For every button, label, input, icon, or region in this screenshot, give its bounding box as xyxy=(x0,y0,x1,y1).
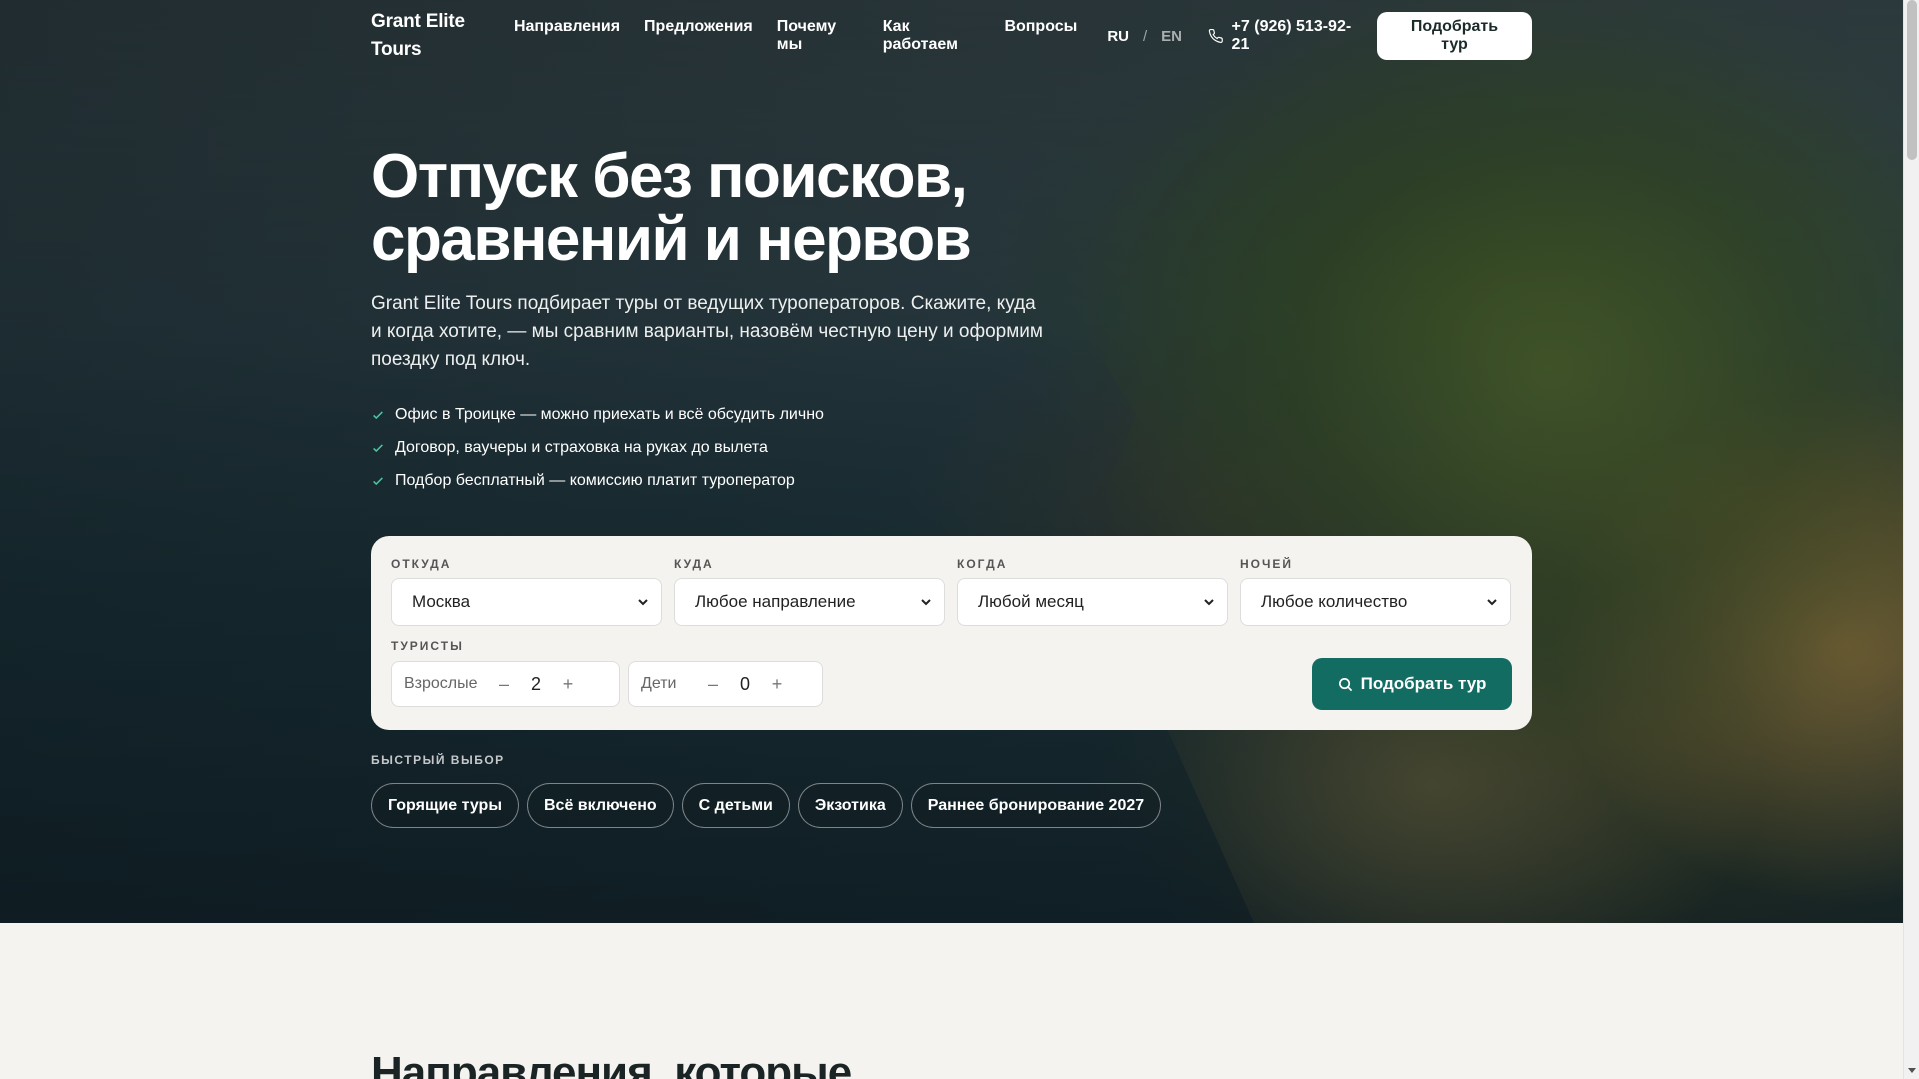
field-label: КУДА xyxy=(674,557,714,571)
adults-value: 2 xyxy=(530,673,541,694)
select-value: Любое направление xyxy=(695,592,856,611)
field-label: НОЧЕЙ xyxy=(1240,557,1294,571)
destination-select[interactable]: Любое направление xyxy=(674,578,945,626)
chevron-down-icon xyxy=(1487,599,1497,606)
adults-label: Взрослые xyxy=(404,675,478,692)
hero-subtitle: Grant Elite Tours подбирает туры от веду… xyxy=(371,293,1043,370)
from-select[interactable]: Москва xyxy=(391,578,662,626)
feature-text: Договор, ваучеры и страховка на руках до… xyxy=(395,438,768,456)
field-label: ОТКУДА xyxy=(391,557,452,571)
tour-search-form: ОТКУДА Москва КУДА Любое направление КОГ… xyxy=(371,536,1532,730)
adults-stepper: Взрослые – 2 + xyxy=(391,661,620,707)
check-icon xyxy=(373,443,383,452)
month-select[interactable]: Любой месяц xyxy=(957,578,1228,626)
chevron-down-icon xyxy=(638,599,648,606)
adults-minus-button[interactable]: – xyxy=(492,674,516,695)
field-nights: НОЧЕЙ Любое количество xyxy=(1240,556,1511,626)
kids-value: 0 xyxy=(739,673,750,694)
phone-icon xyxy=(1208,28,1223,43)
section-title: Направления, которые xyxy=(371,1048,852,1079)
nav-why-us[interactable]: Почему мы xyxy=(777,18,859,54)
feature-text: Офис в Троицке — можно приехать и всё об… xyxy=(395,405,824,423)
field-to: КУДА Любое направление xyxy=(674,556,945,626)
chip-exotic[interactable]: Экзотика xyxy=(797,783,903,828)
adults-plus-button[interactable]: + xyxy=(556,674,580,695)
header-cta-button[interactable]: Подобрать тур xyxy=(1376,12,1533,60)
kids-plus-button[interactable]: + xyxy=(765,674,789,695)
site-header: Grant Elite Tours Направления Предложени… xyxy=(371,11,1533,60)
nav-how-we-work[interactable]: Как работаем xyxy=(883,18,981,54)
lang-en[interactable]: EN xyxy=(1161,28,1182,45)
logo[interactable]: Grant Elite Tours xyxy=(371,8,478,64)
chevron-down-icon xyxy=(921,599,931,606)
quick-select-chips: Горящие туры Всё включено С детьми Экзот… xyxy=(371,783,1162,828)
hero-title: Отпуск без поисков, сравнений и нервов xyxy=(371,142,972,274)
search-submit-label: Подобрать тур xyxy=(1360,674,1487,693)
select-value: Любое количество xyxy=(1261,592,1408,611)
feature-text: Подбор бесплатный — комиссию платит туро… xyxy=(395,471,795,489)
feature-list: Офис в Троицке — можно приехать и всё об… xyxy=(371,398,824,497)
search-fields: ОТКУДА Москва КУДА Любое направление КОГ… xyxy=(391,556,1512,626)
chip-hot-tours[interactable]: Горящие туры xyxy=(371,783,519,828)
chip-early-booking[interactable]: Раннее бронирование 2027 xyxy=(910,783,1162,828)
nav-offers[interactable]: Предложения xyxy=(644,18,753,54)
page-scrollbar[interactable] xyxy=(1903,0,1919,1079)
kids-label: Дети xyxy=(641,675,677,692)
check-icon xyxy=(373,476,383,485)
nights-select[interactable]: Любое количество xyxy=(1240,578,1511,626)
chip-with-kids[interactable]: С детьми xyxy=(681,783,790,828)
select-value: Москва xyxy=(412,592,471,611)
nav-faq[interactable]: Вопросы xyxy=(1004,18,1077,54)
scroll-down-arrow-icon[interactable] xyxy=(1908,1068,1916,1073)
feature-item: Договор, ваучеры и страховка на руках до… xyxy=(371,431,824,464)
feature-item: Подбор бесплатный — комиссию платит туро… xyxy=(371,464,824,497)
search-icon xyxy=(1338,677,1352,691)
chevron-down-icon xyxy=(1204,599,1214,606)
search-submit-button[interactable]: Подобрать тур xyxy=(1312,658,1512,710)
tourists-label: ТУРИСТЫ xyxy=(391,639,464,653)
check-icon xyxy=(373,410,383,419)
scrollbar-thumb[interactable] xyxy=(1907,0,1917,160)
lang-ru[interactable]: RU xyxy=(1107,28,1129,45)
quick-select-label: БЫСТРЫЙ ВЫБОР xyxy=(371,753,505,767)
field-when: КОГДА Любой месяц xyxy=(957,556,1228,626)
chip-all-inclusive[interactable]: Всё включено xyxy=(526,783,674,828)
select-value: Любой месяц xyxy=(978,592,1084,611)
kids-stepper: Дети – 0 + xyxy=(628,661,823,707)
field-from: ОТКУДА Москва xyxy=(391,556,662,626)
phone-link[interactable]: +7 (926) 513-92-21 xyxy=(1208,18,1365,54)
nav-directions[interactable]: Направления xyxy=(514,18,620,54)
feature-item: Офис в Троицке — можно приехать и всё об… xyxy=(371,398,824,431)
language-switcher: RU / EN xyxy=(1107,28,1182,45)
main-nav: Направления Предложения Почему мы Как ра… xyxy=(514,18,1077,54)
field-label: КОГДА xyxy=(957,557,1008,571)
tourists-row: Взрослые – 2 + Дети – 0 + Подобрать тур xyxy=(391,658,1512,710)
phone-number: +7 (926) 513-92-21 xyxy=(1231,18,1352,53)
kids-minus-button[interactable]: – xyxy=(701,674,725,695)
lang-separator: / xyxy=(1143,27,1148,45)
